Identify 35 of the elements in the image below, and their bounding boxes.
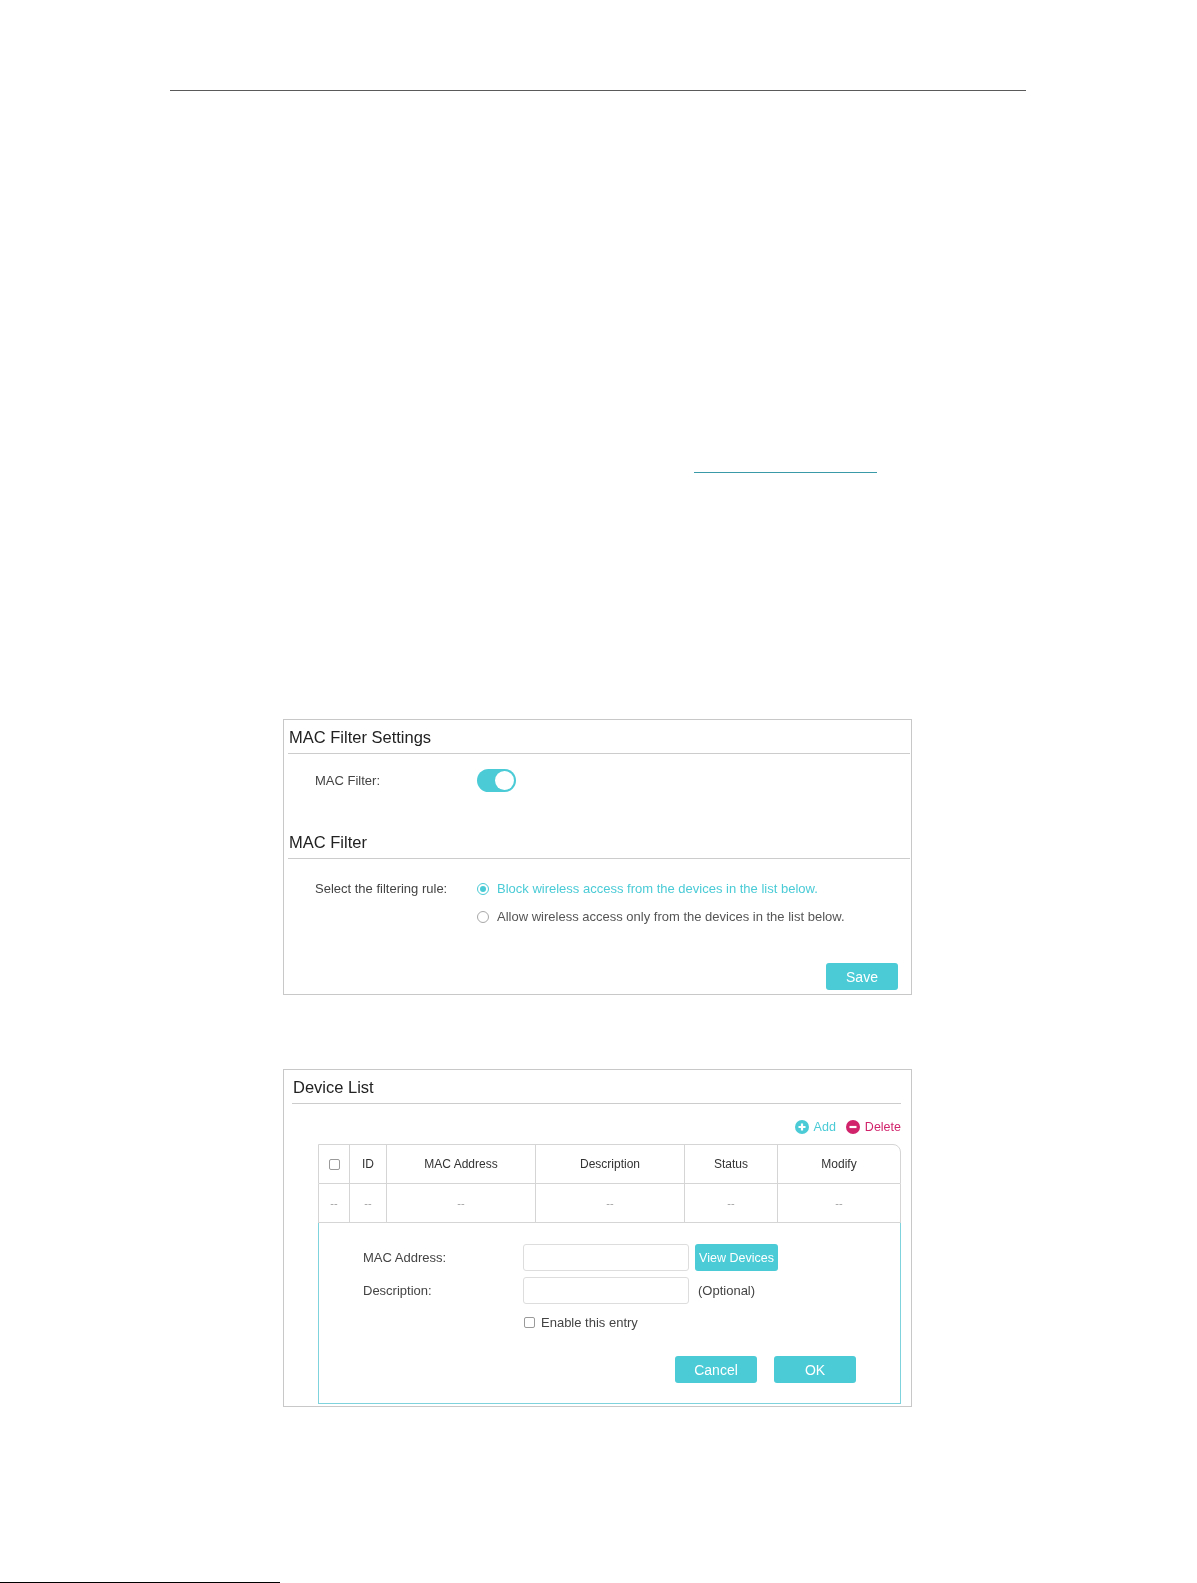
table-cell: -- [606,1197,614,1209]
view-devices-button[interactable]: View Devices [695,1244,778,1271]
save-button[interactable]: Save [826,963,898,990]
input-field[interactable] [523,1277,689,1304]
delete-button[interactable]: Delete [845,1120,901,1134]
column-header: MAC Address [424,1157,498,1171]
cancel-button[interactable]: Cancel [675,1356,757,1383]
column-header: ID [362,1157,374,1171]
section-title: Device List [292,1076,374,1097]
table-cell: -- [457,1197,465,1209]
section-title: MAC Filter [288,831,367,852]
checkbox[interactable] [524,1316,535,1328]
table-cell: -- [835,1197,843,1209]
plus-icon [794,1120,809,1134]
table-cell: -- [364,1197,372,1209]
section-title: MAC Filter Settings [288,726,432,747]
table-cell: -- [727,1197,735,1209]
input-field[interactable] [523,1244,689,1271]
option-label[interactable]: Allow wireless access only from the devices in the list below. [497,909,845,925]
hint-text: (Optional) [698,1283,756,1298]
column-header: Description [580,1157,640,1171]
field-label: Description: [363,1282,432,1299]
field-label: MAC Filter: [315,772,380,789]
table-cell: -- [330,1197,338,1209]
checkbox-label[interactable]: Enable this entry [541,1314,638,1330]
add-button[interactable]: Add [794,1120,836,1134]
column-header: Modify [821,1157,857,1171]
toggle-switch[interactable] [477,769,516,792]
checkbox[interactable] [328,1158,340,1170]
ok-button[interactable]: OK [774,1356,856,1383]
field-label: MAC Address: [363,1249,447,1266]
column-header: Status [714,1157,748,1171]
option-label[interactable]: Block wireless access from the devices in the list below. [497,881,818,897]
field-label: Select the filtering rule: [315,881,448,897]
minus-icon [845,1120,860,1134]
